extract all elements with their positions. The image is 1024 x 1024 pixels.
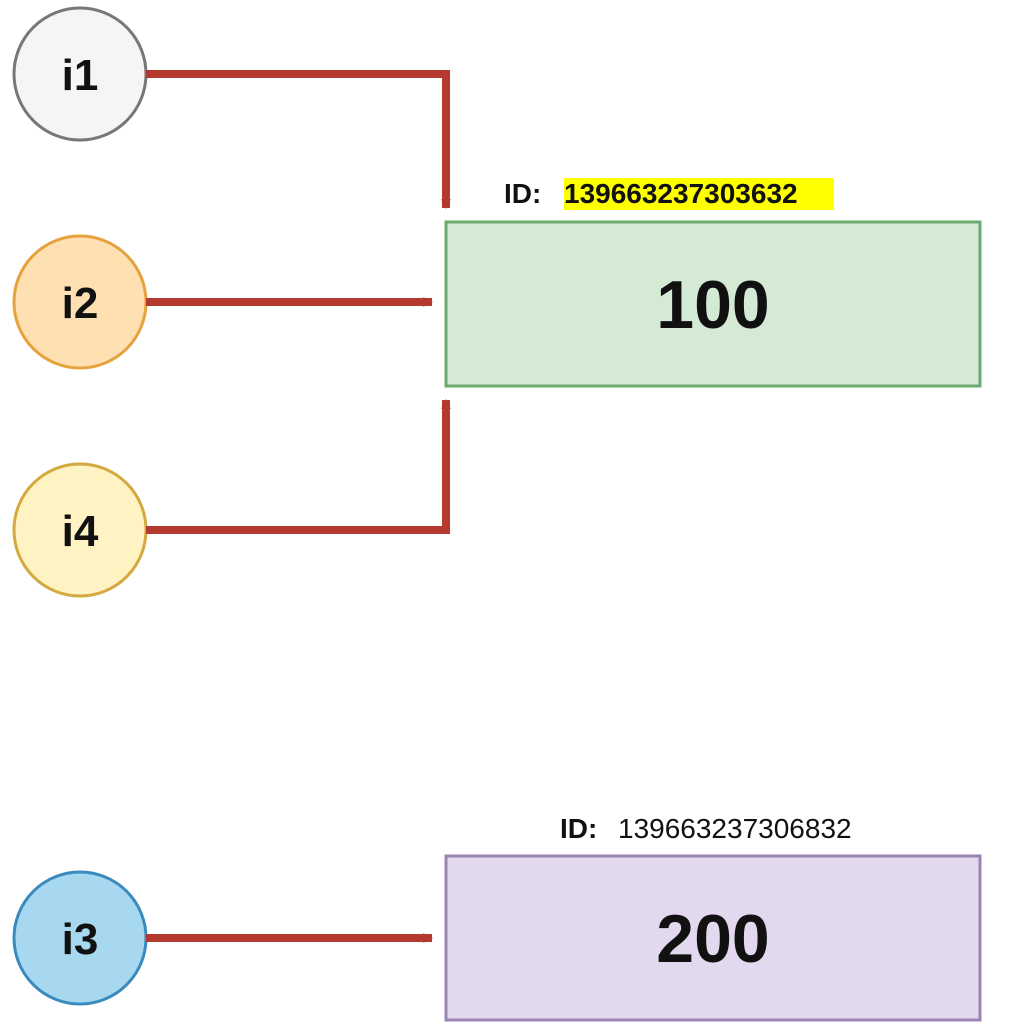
obj2-id-value: 139663237306832 xyxy=(618,813,852,844)
node-i3-label: i3 xyxy=(62,915,99,964)
node-i2-label: i2 xyxy=(62,279,99,328)
diagram-canvas: ID: 139663237303632 100 ID: 139663237306… xyxy=(0,0,1024,1024)
obj2-id-group: ID: 139663237306832 xyxy=(560,813,852,844)
obj1-id-group: ID: 139663237303632 xyxy=(504,178,834,210)
arrow-i1-obj1 xyxy=(146,74,446,208)
obj2-id-prefix: ID: xyxy=(560,813,597,844)
obj1-id-prefix: ID: xyxy=(504,178,541,209)
obj1-id-value: 139663237303632 xyxy=(564,178,798,209)
node-i1-label: i1 xyxy=(62,51,99,100)
obj1-value: 100 xyxy=(656,267,769,343)
obj2-value: 200 xyxy=(656,901,769,977)
node-i4-label: i4 xyxy=(62,507,99,556)
arrow-i4-obj1 xyxy=(146,400,446,530)
